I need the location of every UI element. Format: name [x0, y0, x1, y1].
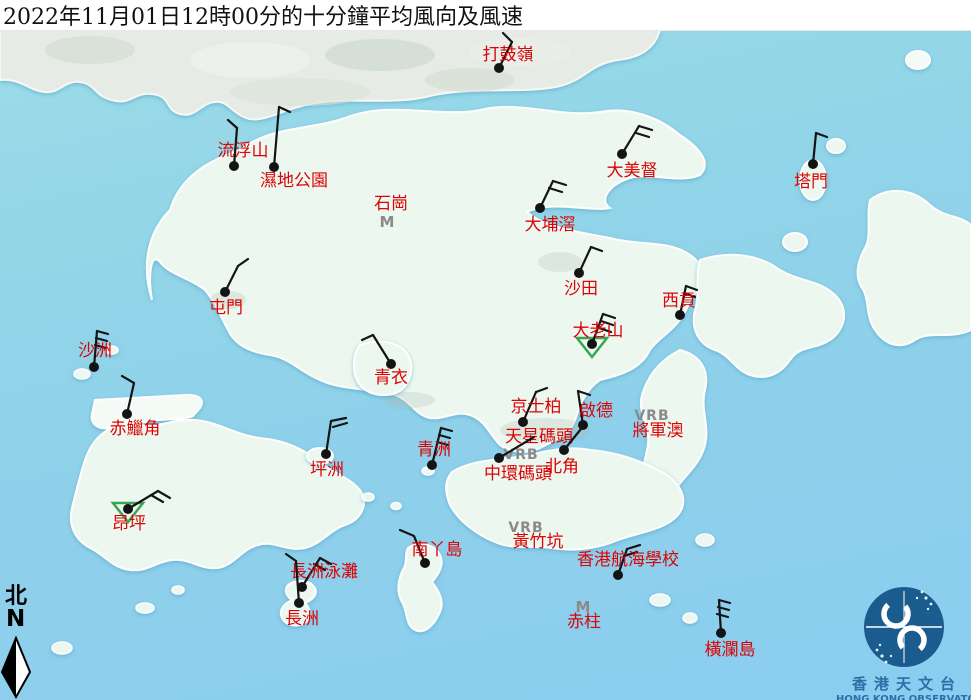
station-label: 橫瀾島 — [705, 640, 756, 660]
station-label: 屯門 — [209, 298, 243, 318]
hko-name-en: HONG KONG OBSERVATORY — [836, 694, 971, 700]
station-dot — [808, 159, 818, 169]
station-dot — [716, 628, 726, 638]
map-title-bar: 2022年11月01日12時00分的十分鐘平均風向及風速 — [0, 0, 971, 31]
station-dot — [518, 417, 528, 427]
station-dot — [494, 453, 504, 463]
station-green-island: 青洲 — [417, 428, 452, 470]
station-dot — [535, 203, 545, 213]
station-label: 昂坪 — [112, 514, 146, 534]
station-label: 沙洲 — [78, 341, 112, 361]
wind-barb-tick — [627, 545, 640, 549]
station-label: 赤鱲角 — [110, 419, 161, 439]
landmass-shenzhen — [0, 30, 660, 119]
wind-barb-tick — [816, 133, 827, 137]
station-label: 大老山 — [573, 321, 624, 341]
station-label: 啟德 — [579, 401, 613, 421]
station-dot — [122, 409, 132, 419]
compass-north-en: N — [2, 608, 42, 630]
maintenance-marker: M — [380, 213, 395, 231]
station-label: 天星碼頭 — [505, 427, 573, 447]
station-label: 長洲泳灘 — [290, 562, 358, 582]
station-dot — [574, 268, 584, 278]
station-dot — [427, 460, 437, 470]
station-label: 濕地公園 — [260, 171, 328, 191]
wind-barb-tick — [228, 120, 237, 128]
station-label: 北角 — [545, 457, 579, 477]
wind-barb-tick — [286, 554, 296, 561]
wind-barb-tick — [439, 435, 450, 438]
wind-barb-tick — [719, 600, 730, 603]
station-label: 坪洲 — [310, 460, 344, 480]
compass-north-cn: 北 — [2, 586, 42, 608]
hko-name-cn: 香港天文台 — [836, 673, 971, 694]
station-label: 將軍澳 — [633, 421, 684, 441]
station-label: 香港航海學校 — [577, 550, 679, 570]
station-dot — [559, 445, 569, 455]
map-title: 2022年11月01日12時00分的十分鐘平均風向及風速 — [0, 0, 523, 31]
station-dot — [617, 149, 627, 159]
station-label: 赤柱 — [567, 612, 601, 632]
hong-kong-map: 打鼓嶺流浮山濕地公園 大美督塔門 M石崗大埔滘沙田西貢 屯門沙洲 大老山青衣京士柏啟德 V… — [0, 0, 971, 700]
station-label: 西貢 — [662, 291, 696, 311]
station-sha-chau: 沙洲 — [78, 331, 112, 372]
station-label: 塔門 — [794, 172, 828, 192]
station-dot — [229, 161, 239, 171]
station-label: 青洲 — [417, 440, 451, 460]
station-label: 流浮山 — [218, 141, 269, 161]
station-label: 京士柏 — [511, 397, 562, 417]
station-hk-sea-school: 香港航海學校 — [577, 545, 679, 580]
station-label: 長洲 — [285, 609, 319, 629]
station-label: 打鼓嶺 — [483, 45, 534, 65]
station-label: 大埔滘 — [525, 215, 576, 235]
station-label: 沙田 — [564, 279, 598, 299]
station-waglan-island: 橫瀾島 — [705, 600, 756, 660]
station-dot — [123, 504, 133, 514]
station-tap-mun: 塔門 — [794, 133, 828, 192]
station-cheung-chau-beach: 長洲泳灘 — [290, 558, 358, 592]
station-label: 石崗 — [374, 194, 408, 214]
wind-barb-tick — [97, 331, 108, 334]
hko-wordmark: 香港天文台 HONG KONG OBSERVATORY — [836, 585, 971, 700]
station-label: 南丫島 — [412, 540, 463, 560]
station-stanley: M赤柱 — [567, 598, 601, 632]
station-dot — [89, 362, 99, 372]
wind-map-page: 打鼓嶺流浮山濕地公園 大美督塔門 M石崗大埔滘沙田西貢 屯門沙洲 大老山青衣京士柏啟德 V… — [0, 0, 971, 700]
wind-barb-tick — [441, 428, 452, 431]
wind-barb-tick — [717, 614, 728, 617]
station-label: 中環碼頭 — [484, 464, 552, 484]
station-label: 大美督 — [607, 161, 658, 181]
station-label: 青衣 — [374, 368, 408, 388]
wind-barb-tick — [333, 423, 347, 427]
station-dot — [220, 287, 230, 297]
vrb-marker: VRB — [503, 447, 538, 463]
north-arrow-icon — [2, 638, 30, 697]
station-dot — [613, 570, 623, 580]
station-dot — [294, 598, 304, 608]
station-label: 黃竹坑 — [513, 532, 564, 552]
compass: 北 N — [2, 586, 42, 630]
station-dot — [578, 420, 588, 430]
station-dot — [675, 310, 685, 320]
station-dot — [321, 449, 331, 459]
